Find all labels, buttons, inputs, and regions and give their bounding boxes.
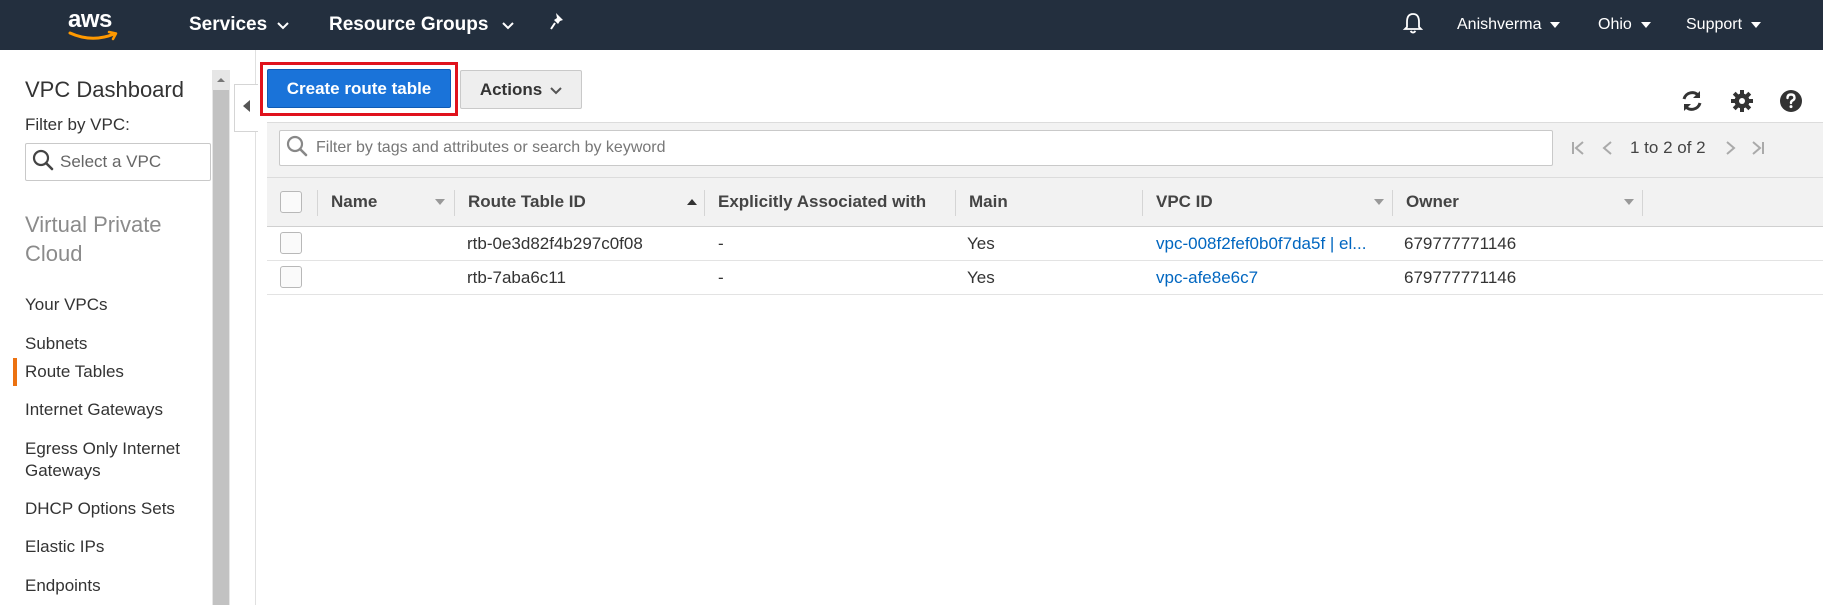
sidebar-item-dhcp-options-sets[interactable]: DHCP Options Sets bbox=[25, 498, 200, 520]
column-separator bbox=[704, 190, 705, 216]
previous-page-icon[interactable] bbox=[1596, 136, 1620, 160]
select-all-checkbox[interactable] bbox=[280, 191, 302, 213]
table-row[interactable]: rtb-7aba6c11 - Yes vpc-afe8e6c7 67977777… bbox=[267, 261, 1823, 295]
account-label: Anishverma bbox=[1457, 16, 1542, 33]
cell-route-table-id: rtb-7aba6c11 bbox=[467, 267, 566, 287]
cell-route-table-id: rtb-0e3d82f4b297c0f08 bbox=[467, 233, 643, 253]
pagination: 1 to 2 of 2 bbox=[1566, 130, 1770, 166]
first-page-icon[interactable] bbox=[1566, 136, 1590, 160]
pin-button[interactable] bbox=[550, 0, 568, 50]
cell-main: Yes bbox=[967, 267, 995, 287]
pin-icon bbox=[550, 12, 568, 38]
search-icon bbox=[32, 149, 54, 176]
services-menu[interactable]: Services bbox=[189, 0, 289, 50]
search-icon bbox=[286, 135, 308, 162]
column-separator bbox=[1142, 190, 1143, 216]
cell-explicitly-associated: - bbox=[718, 267, 724, 287]
sort-caret-down-icon[interactable] bbox=[435, 178, 445, 226]
last-page-icon[interactable] bbox=[1746, 136, 1770, 160]
collapse-sidebar-button[interactable] bbox=[234, 84, 258, 132]
search-field[interactable] bbox=[279, 130, 1553, 166]
active-item-indicator bbox=[13, 358, 17, 386]
column-header-main[interactable]: Main bbox=[969, 178, 1008, 226]
cell-vpc-id-link[interactable]: vpc-afe8e6c7 bbox=[1156, 261, 1258, 294]
filter-by-vpc-label: Filter by VPC: bbox=[25, 115, 130, 134]
chevron-down-icon bbox=[1640, 16, 1651, 34]
services-label: Services bbox=[189, 14, 268, 35]
sidebar-scrollbar-thumb[interactable] bbox=[213, 90, 229, 605]
column-header-name[interactable]: Name bbox=[331, 178, 377, 226]
cell-main: Yes bbox=[967, 233, 995, 253]
aws-logo[interactable]: aws bbox=[68, 6, 124, 44]
column-header-explicitly-associated-with[interactable]: Explicitly Associated with bbox=[718, 178, 926, 226]
vpc-filter-placeholder: Select a VPC bbox=[60, 152, 162, 171]
column-header-owner[interactable]: Owner bbox=[1406, 178, 1459, 226]
sort-ascending-icon[interactable] bbox=[687, 178, 697, 226]
row-checkbox[interactable] bbox=[280, 232, 302, 254]
support-menu[interactable]: Support bbox=[1686, 0, 1762, 50]
notifications-button[interactable] bbox=[1402, 0, 1424, 50]
cell-owner: 679777771146 bbox=[1404, 267, 1517, 287]
account-menu[interactable]: Anishverma bbox=[1457, 0, 1561, 50]
bell-icon bbox=[1402, 11, 1424, 40]
sidebar-item-route-tables[interactable]: Route Tables bbox=[25, 361, 200, 383]
chevron-left-icon bbox=[242, 99, 251, 117]
sidebar-section-virtual-private-cloud: Virtual Private Cloud bbox=[25, 212, 162, 266]
support-label: Support bbox=[1686, 16, 1743, 33]
sidebar-item-your-vpcs[interactable]: Your VPCs bbox=[25, 294, 200, 316]
create-route-table-button[interactable]: Create route table bbox=[267, 69, 451, 108]
chevron-down-icon bbox=[502, 14, 515, 36]
vpc-filter-select[interactable]: Select a VPC bbox=[25, 143, 211, 181]
region-menu[interactable]: Ohio bbox=[1598, 0, 1651, 50]
sidebar-title[interactable]: VPC Dashboard bbox=[25, 77, 184, 103]
table-header: Name Route Table ID Explicitly Associate… bbox=[267, 177, 1823, 227]
cell-owner: 679777771146 bbox=[1404, 233, 1517, 253]
sort-caret-down-icon[interactable] bbox=[1374, 178, 1384, 226]
column-separator bbox=[1392, 190, 1393, 216]
refresh-icon[interactable] bbox=[1679, 88, 1705, 114]
resource-groups-label: Resource Groups bbox=[329, 14, 489, 35]
next-page-icon[interactable] bbox=[1718, 136, 1742, 160]
column-separator bbox=[454, 190, 455, 216]
gear-icon[interactable] bbox=[1729, 88, 1755, 114]
row-checkbox[interactable] bbox=[280, 266, 302, 288]
sidebar-item-subnets[interactable]: Subnets bbox=[25, 333, 200, 355]
scroll-up-icon[interactable] bbox=[213, 72, 229, 88]
help-icon[interactable] bbox=[1778, 88, 1804, 114]
actions-button[interactable]: Actions bbox=[460, 70, 582, 109]
resource-groups-menu[interactable]: Resource Groups bbox=[329, 0, 515, 50]
sidebar-divider bbox=[255, 50, 256, 605]
column-separator bbox=[955, 190, 956, 216]
chevron-down-icon bbox=[1751, 16, 1762, 34]
cell-vpc-id-link[interactable]: vpc-008f2fef0b0f7da5f | el... bbox=[1156, 227, 1366, 260]
column-separator bbox=[1642, 190, 1643, 216]
sidebar-item-elastic-ips[interactable]: Elastic IPs bbox=[25, 536, 200, 558]
region-label: Ohio bbox=[1598, 16, 1632, 33]
column-header-route-table-id[interactable]: Route Table ID bbox=[468, 178, 586, 226]
sidebar-item-endpoints[interactable]: Endpoints bbox=[25, 575, 200, 597]
table-row[interactable]: rtb-0e3d82f4b297c0f08 - Yes vpc-008f2fef… bbox=[267, 227, 1823, 261]
sidebar-item-internet-gateways[interactable]: Internet Gateways bbox=[25, 399, 200, 421]
chevron-down-icon bbox=[550, 80, 562, 100]
pagination-text: 1 to 2 of 2 bbox=[1630, 138, 1706, 157]
column-separator bbox=[317, 190, 318, 216]
chevron-down-icon bbox=[1550, 16, 1561, 34]
sidebar-item-egress-only-internet-gateways[interactable]: Egress Only Internet Gateways bbox=[25, 438, 200, 482]
sidebar: VPC Dashboard Filter by VPC: Select a VP… bbox=[0, 50, 232, 605]
cell-explicitly-associated: - bbox=[718, 233, 724, 253]
search-input[interactable] bbox=[316, 139, 1536, 157]
column-header-vpc-id[interactable]: VPC ID bbox=[1156, 178, 1213, 226]
sort-caret-down-icon[interactable] bbox=[1624, 178, 1634, 226]
chevron-down-icon bbox=[277, 14, 289, 36]
aws-smile-icon bbox=[68, 30, 118, 41]
top-nav-bar: aws Services Resource Groups Anishverma bbox=[0, 0, 1823, 50]
actions-label: Actions bbox=[479, 79, 543, 99]
